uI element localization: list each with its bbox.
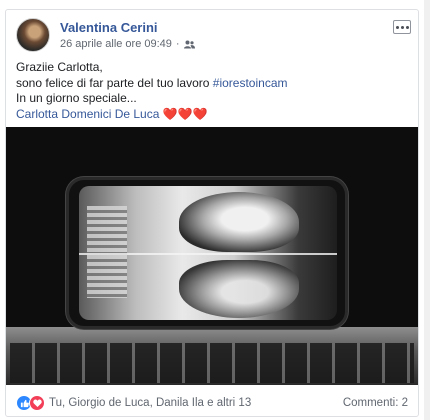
hearts-emoji: ❤️❤️❤️ bbox=[162, 106, 208, 121]
reflection-divider bbox=[79, 253, 337, 255]
post-body: Graziie Carlotta, sono felice di far par… bbox=[16, 60, 406, 122]
post-text-segment: sono felice di far parte del tuo lavoro bbox=[16, 75, 213, 90]
friends-icon[interactable] bbox=[183, 40, 195, 49]
keyboard-keys-image bbox=[10, 343, 414, 383]
more-dot-icon bbox=[405, 25, 409, 29]
reaction-names[interactable]: Tu, Giorgio de Luca, Danila Ila e altri … bbox=[49, 397, 251, 409]
more-dot-icon bbox=[395, 25, 399, 29]
meta-separator: · bbox=[175, 38, 180, 50]
hashtag-link[interactable]: #iorestoincam bbox=[213, 76, 288, 90]
comments-count[interactable]: Commenti: 2 bbox=[343, 397, 408, 409]
love-icon bbox=[29, 395, 45, 411]
post-photo[interactable] bbox=[6, 127, 418, 385]
portrait-reflection-image bbox=[179, 260, 299, 318]
reaction-icons[interactable] bbox=[16, 395, 45, 411]
shelf-image bbox=[87, 206, 127, 298]
more-options-button[interactable] bbox=[393, 20, 411, 34]
post-timestamp[interactable]: 26 aprile alle ore 09:49 bbox=[60, 38, 172, 50]
post-text-line: sono felice di far parte del tuo lavoro … bbox=[16, 76, 406, 92]
phone-image bbox=[66, 177, 348, 329]
post-footer: Tu, Giorgio de Luca, Danila Ila e altri … bbox=[16, 394, 408, 412]
author-avatar[interactable] bbox=[16, 18, 50, 52]
portrait-image bbox=[179, 192, 299, 252]
mention-link[interactable]: Carlotta Domenici De Luca bbox=[16, 107, 159, 121]
post-header: Valentina Cerini 26 aprile alle ore 09:4… bbox=[16, 18, 411, 54]
more-dot-icon bbox=[400, 25, 404, 29]
post-text-line: Carlotta Domenici De Luca ❤️❤️❤️ bbox=[16, 107, 406, 123]
post-text-line: Graziie Carlotta, bbox=[16, 60, 103, 74]
post-text-line: In un giorno speciale... bbox=[16, 91, 137, 105]
post-card: Valentina Cerini 26 aprile alle ore 09:4… bbox=[5, 9, 419, 417]
post-meta: 26 aprile alle ore 09:49 · bbox=[60, 38, 195, 50]
phone-screen-image bbox=[79, 186, 337, 320]
author-name[interactable]: Valentina Cerini bbox=[60, 20, 158, 35]
page-scroll-edge bbox=[424, 0, 430, 420]
